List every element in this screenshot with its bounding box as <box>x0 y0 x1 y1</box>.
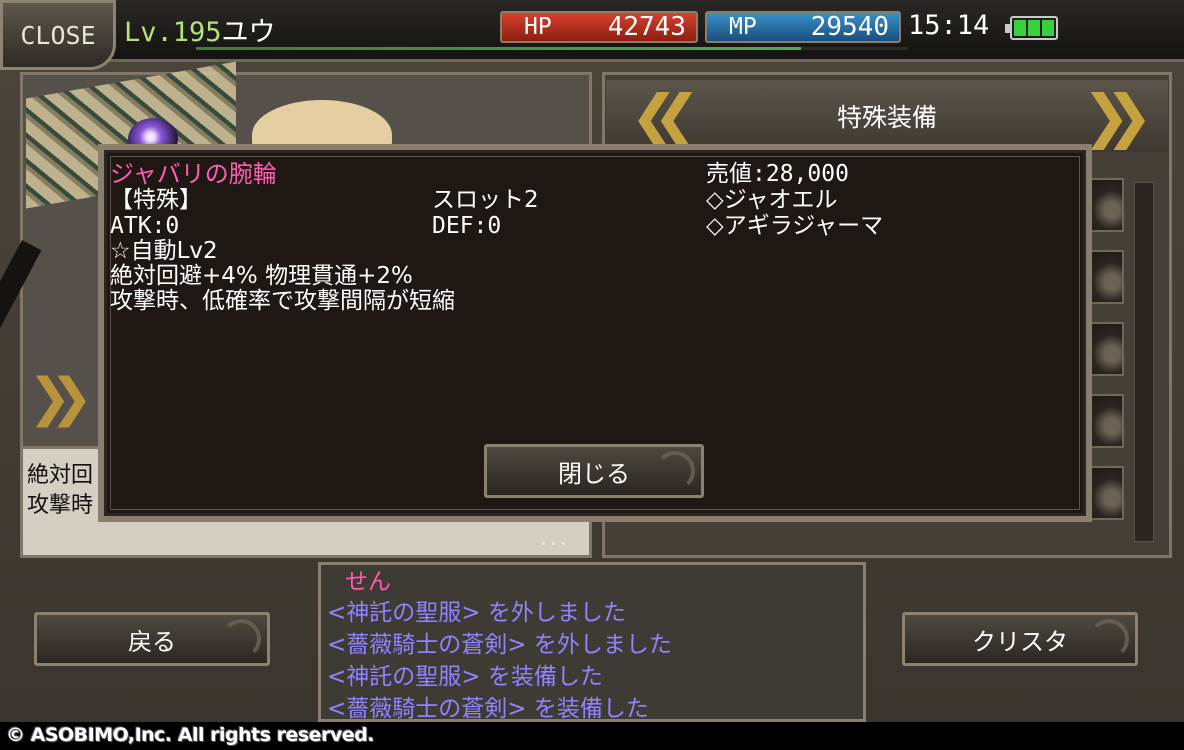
hp-value: 42743 <box>607 12 686 42</box>
log-speaker: せん <box>345 569 391 595</box>
item-tag: ◇ジャオエル <box>706 187 838 213</box>
mp-value: 29540 <box>810 12 889 42</box>
swirl-icon <box>655 451 695 491</box>
equipment-scrollbar[interactable] <box>1134 182 1154 542</box>
dialog-close-label: 閉じる <box>558 459 630 488</box>
next-category-icon[interactable]: ❯❯ <box>1082 86 1153 146</box>
log-line: <神託の聖服> を装備した <box>327 664 603 690</box>
copyright: © ASOBIMO,Inc. All rights reserved. <box>6 724 375 746</box>
item-atk: ATK:0 <box>110 213 180 239</box>
status-bar: Lv.195ユウ HP 42743 MP 29540 15:14 <box>0 0 1184 62</box>
hp-line-indicator <box>196 47 908 50</box>
dialog-close-button[interactable]: 閉じる <box>484 444 704 498</box>
prev-category-icon[interactable]: ❮❮ <box>630 86 701 146</box>
back-label: 戻る <box>128 627 176 656</box>
item-slots: スロット2 <box>432 187 539 213</box>
clock: 15:14 <box>908 10 990 41</box>
swirl-icon <box>1089 619 1129 659</box>
more-indicator[interactable]: ... <box>540 526 570 551</box>
next-arrow-icon[interactable]: ❯❯ <box>28 368 93 428</box>
item-auto-skill: ☆自動Lv2 <box>110 238 218 264</box>
hp-gauge: HP 42743 <box>500 11 698 43</box>
item-def: DEF:0 <box>432 213 502 239</box>
mp-gauge: MP 29540 <box>705 11 901 43</box>
item-effect: 絶対回避+4% 物理貫通+2% <box>110 263 413 289</box>
item-category: 【特殊】 <box>110 187 202 213</box>
battery-icon <box>1005 16 1058 40</box>
player-name: ユウ <box>221 17 276 48</box>
item-tag: ◇アギラジャーマ <box>706 213 884 239</box>
log-line: <神託の聖服> を外しました <box>327 600 626 626</box>
mp-label: MP <box>729 14 757 40</box>
item-name: ジャバリの腕輪 <box>110 160 277 188</box>
crysta-label: クリスタ <box>972 627 1068 656</box>
log-line: <薔薇騎士の蒼剣> を外しました <box>327 632 672 658</box>
close-button[interactable]: CLOSE <box>0 0 116 70</box>
crysta-button[interactable]: クリスタ <box>902 612 1138 666</box>
log-line: <薔薇騎士の蒼剣> を装備した <box>327 696 649 722</box>
message-log[interactable]: せん <神託の聖服> を外しました <薔薇騎士の蒼剣> を外しました <神託の聖… <box>318 562 866 722</box>
item-effect: 攻撃時、低確率で攻撃間隔が短縮 <box>110 288 455 314</box>
back-button[interactable]: 戻る <box>34 612 270 666</box>
player-level: Lv.195ユウ <box>124 17 276 48</box>
hp-label: HP <box>524 14 552 40</box>
item-sell-price: 売値:28,000 <box>706 161 849 187</box>
swirl-icon <box>221 619 261 659</box>
